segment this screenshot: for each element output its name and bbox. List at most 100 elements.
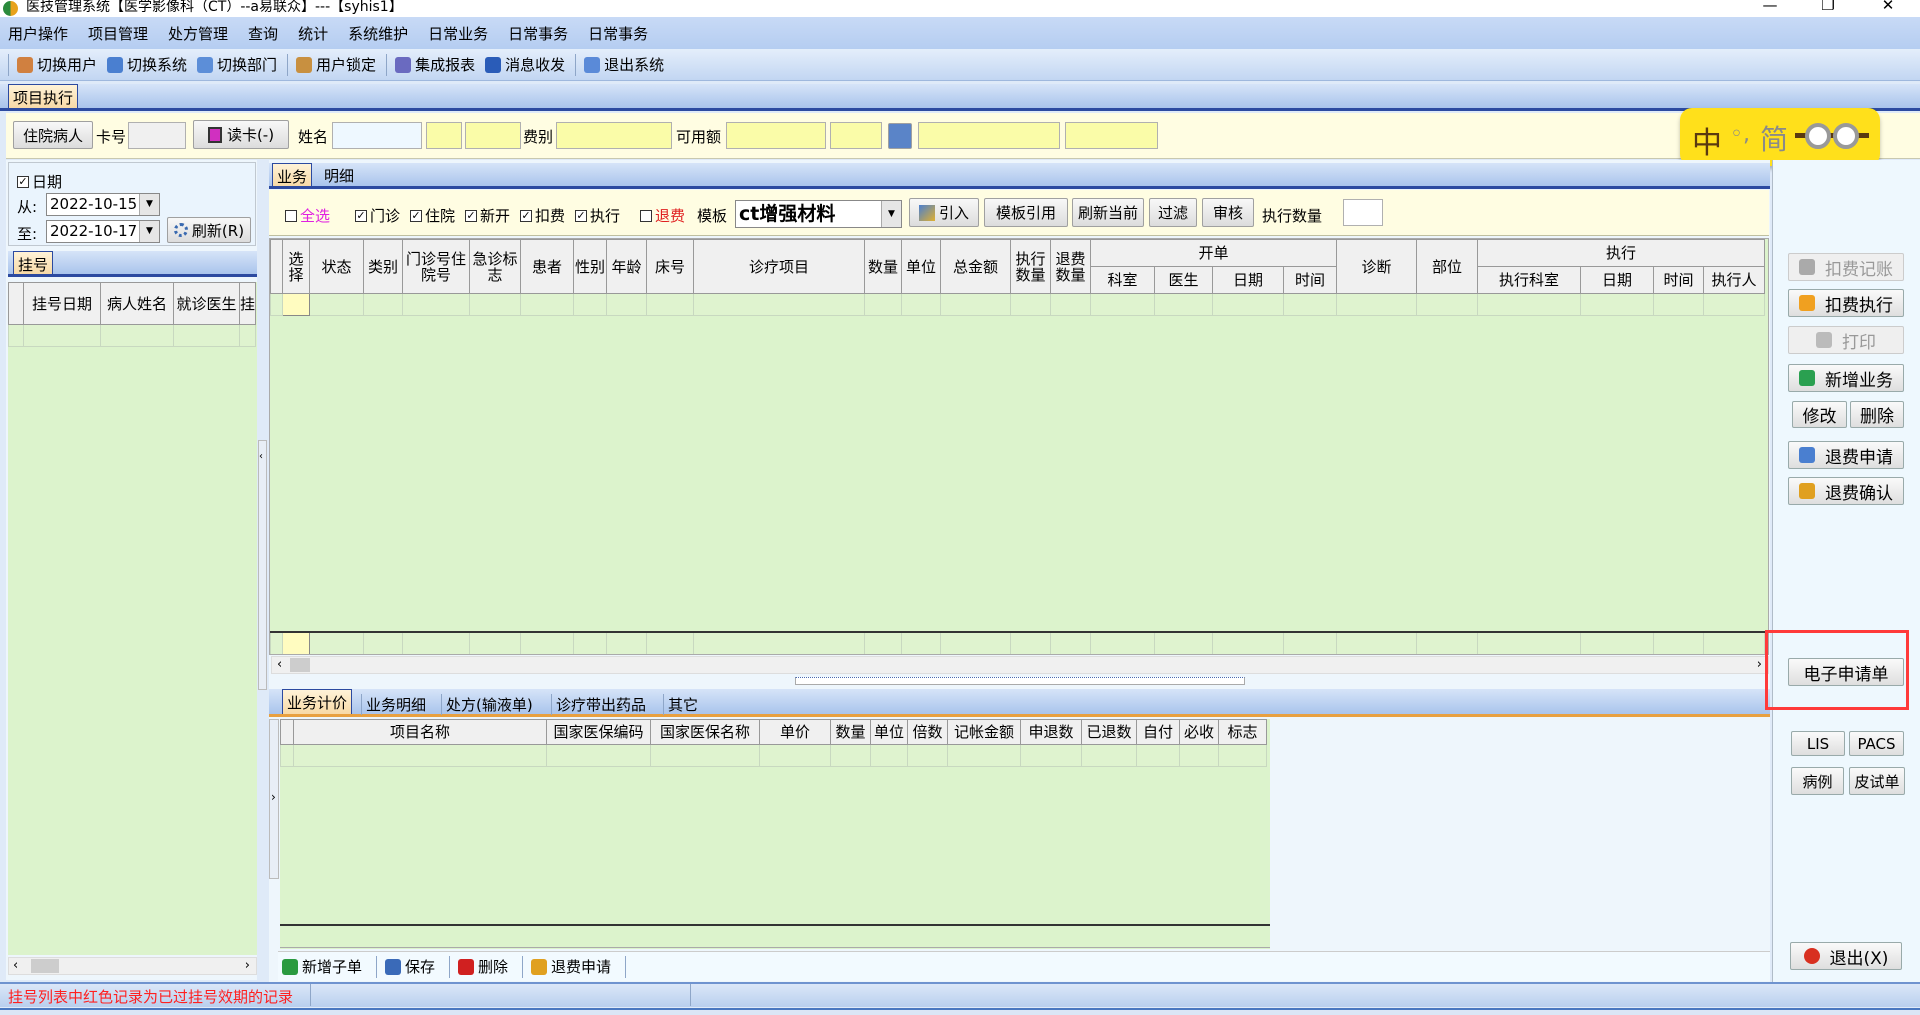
tab-business[interactable]: 业务 — [272, 163, 313, 186]
template-select[interactable]: ct增强材料 ▼ — [735, 200, 902, 228]
to-date-picker[interactable]: 2022-10-17 ▼ — [46, 220, 160, 243]
filter-action-button[interactable]: 审核 — [1202, 198, 1254, 227]
charge-account-button[interactable]: 扣费记账 — [1788, 253, 1904, 281]
edit-button[interactable]: 修改 — [1792, 401, 1847, 428]
column-header[interactable]: 挂号日期 — [23, 282, 101, 325]
menu-item[interactable]: 系统维护 — [348, 23, 408, 44]
left-splitter[interactable]: ‹ — [258, 440, 267, 690]
skin-test-button[interactable]: 皮试单 — [1849, 767, 1905, 795]
column-header[interactable]: 病人姓名 — [100, 282, 174, 325]
tab-project-execution[interactable]: 项目执行 — [8, 84, 79, 108]
business-horizontal-scrollbar[interactable]: ‹ › — [271, 656, 1769, 674]
collapse-left-icon[interactable]: ‹ — [259, 451, 263, 462]
checkbox-icon[interactable] — [285, 209, 297, 222]
ime-punct[interactable]: ◦, — [1730, 122, 1750, 147]
exec-qty-input[interactable] — [1343, 199, 1383, 226]
minimize-button[interactable]: — — [1750, 0, 1790, 13]
import-button[interactable]: 引入 — [909, 198, 979, 227]
column-header[interactable]: 国家医保编码 — [546, 719, 651, 745]
scroll-thumb[interactable] — [31, 959, 59, 973]
toolbar-button[interactable]: 用户锁定 — [296, 54, 376, 75]
column-header[interactable]: 单价 — [759, 719, 831, 745]
ime-mode[interactable]: 简 — [1760, 118, 1788, 158]
column-header[interactable]: 已退数 — [1081, 719, 1137, 745]
checkbox-icon[interactable]: ✓ — [465, 209, 477, 222]
column-header[interactable]: 国家医保名称 — [650, 719, 760, 745]
checkbox-icon[interactable]: ✓ — [520, 209, 532, 222]
maximize-button[interactable]: ❐ — [1808, 0, 1848, 13]
detail-tab[interactable]: 其它 — [663, 694, 698, 715]
filter-checkbox[interactable]: ✓ 新开 — [465, 205, 510, 226]
column-header[interactable]: 就诊医生 — [173, 282, 240, 325]
checkbox-icon[interactable] — [640, 209, 652, 222]
filter-action-button[interactable]: 模板引用 — [984, 198, 1068, 227]
column-header[interactable]: 单位 — [870, 719, 908, 745]
column-header[interactable]: 倍数 — [907, 719, 948, 745]
column-group-header[interactable]: 开单 — [1089, 239, 1338, 267]
column-header[interactable]: 数量 — [864, 239, 902, 294]
delete-button[interactable]: 删除 — [1850, 401, 1904, 428]
menu-item[interactable]: 日常事务 — [508, 23, 568, 44]
column-header[interactable]: 部位 — [1416, 239, 1479, 294]
new-business-button[interactable]: 新增业务 — [1788, 364, 1904, 392]
column-header[interactable]: 总金额 — [940, 239, 1011, 294]
column-group-header[interactable]: 执行 — [1477, 239, 1766, 267]
tab-registration[interactable]: 挂号 — [13, 251, 54, 274]
menu-item[interactable]: 统计 — [298, 23, 328, 44]
column-header[interactable]: 科室 — [1090, 266, 1155, 294]
from-date-picker[interactable]: 2022-10-15 ▼ — [46, 193, 160, 216]
checkbox-icon[interactable]: ✓ — [410, 209, 422, 222]
column-header[interactable]: 执行人 — [1703, 266, 1766, 294]
column-header[interactable]: 自付 — [1136, 719, 1180, 745]
ime-toolbar[interactable]: 中 ◦, 简 — [1680, 108, 1880, 166]
column-header[interactable]: 挂 — [239, 282, 256, 325]
scroll-right-icon[interactable]: › — [245, 958, 250, 973]
scroll-left-icon[interactable]: ‹ — [13, 958, 18, 973]
menu-item[interactable]: 处方管理 — [168, 23, 228, 44]
date-checkbox[interactable]: ✓ 日期 — [17, 171, 62, 192]
column-header[interactable]: 床号 — [646, 239, 694, 294]
menu-item[interactable]: 用户操作 — [8, 23, 68, 44]
filter-action-button[interactable]: 刷新当前 — [1072, 198, 1144, 227]
column-header[interactable]: 性别 — [573, 239, 607, 294]
column-header[interactable]: 执行数量 — [1010, 239, 1051, 294]
detail-tab[interactable]: 业务明细 — [361, 694, 426, 715]
chevron-down-icon[interactable]: ▼ — [139, 194, 159, 215]
column-header[interactable]: 时间 — [1282, 266, 1338, 294]
vertical-splitter[interactable] — [795, 677, 1245, 685]
filter-checkbox[interactable]: ✓ 住院 — [410, 205, 455, 226]
menu-item[interactable]: 日常事务 — [588, 23, 648, 44]
medical-record-button[interactable]: 病例 — [1791, 767, 1844, 795]
print-button[interactable]: 打印 — [1788, 326, 1904, 354]
column-header[interactable]: 单位 — [901, 239, 941, 294]
checkbox-icon[interactable]: ✓ — [575, 209, 587, 222]
menu-item[interactable]: 查询 — [248, 23, 278, 44]
checkbox-icon[interactable]: ✓ — [355, 209, 367, 222]
filter-checkbox[interactable]: ✓ 门诊 — [355, 205, 400, 226]
filter-checkbox[interactable]: ✓ 执行 — [575, 205, 620, 226]
menu-item[interactable]: 日常业务 — [428, 23, 488, 44]
column-header[interactable]: 记帐金额 — [947, 719, 1021, 745]
filter-action-button[interactable]: 过滤 — [1149, 198, 1197, 227]
wallet-icon[interactable] — [888, 123, 912, 149]
exit-button[interactable]: 退出(X) — [1790, 942, 1902, 970]
refund-request-button[interactable]: 退费申请 — [1788, 441, 1904, 469]
filter-checkbox[interactable]: 退费 — [640, 205, 685, 226]
chevron-down-icon[interactable]: ▼ — [139, 221, 159, 242]
expand-icon[interactable]: › — [271, 790, 276, 804]
table-row[interactable] — [8, 324, 256, 347]
column-header[interactable]: 门诊号住院号 — [402, 239, 470, 294]
column-header[interactable]: 标志 — [1218, 719, 1267, 745]
toolbar-button[interactable]: 退出系统 — [584, 54, 664, 75]
card-number-input[interactable] — [128, 122, 186, 149]
column-header[interactable]: 日期 — [1580, 266, 1655, 294]
detail-tab[interactable]: 诊疗带出药品 — [551, 694, 646, 715]
refund-confirm-button[interactable]: 退费确认 — [1788, 477, 1904, 505]
menu-item[interactable]: 项目管理 — [88, 23, 148, 44]
pacs-button[interactable]: PACS — [1849, 731, 1904, 756]
column-header[interactable]: 医生 — [1154, 266, 1213, 294]
scroll-right-icon[interactable]: › — [1757, 657, 1762, 672]
tab-detail[interactable]: 明细 — [324, 165, 354, 186]
charge-execute-button[interactable]: 扣费执行 — [1788, 289, 1904, 317]
scroll-left-icon[interactable]: ‹ — [277, 657, 282, 672]
